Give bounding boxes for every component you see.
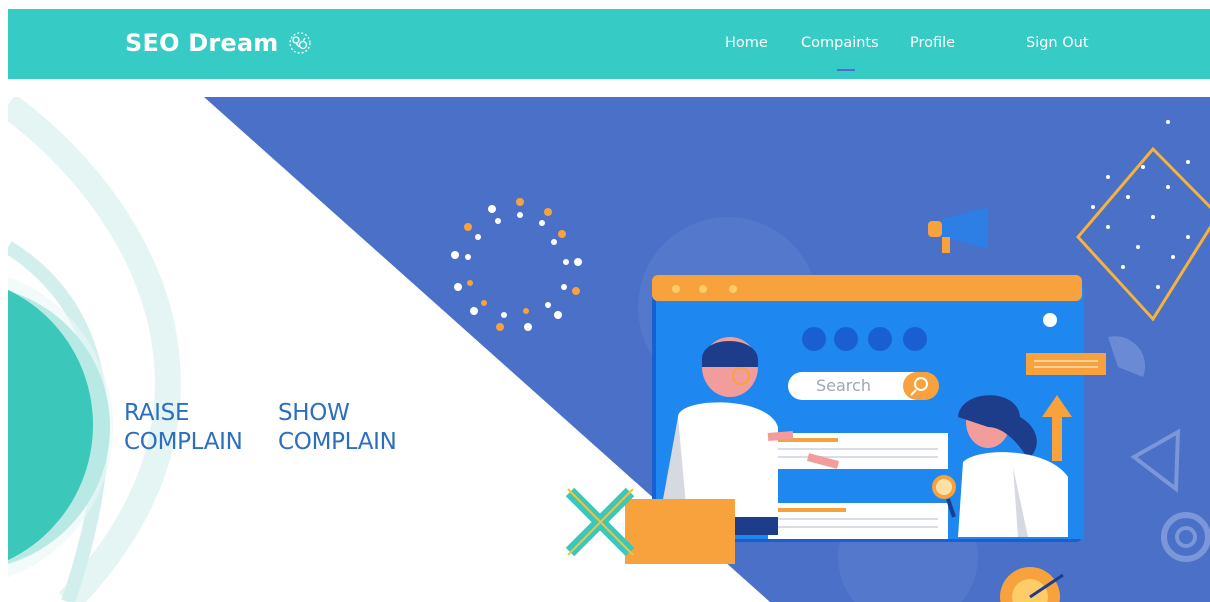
orange-tag-decoration xyxy=(1026,353,1106,375)
nav-complaints-link[interactable]: Compaints xyxy=(801,35,879,51)
orange-square-decoration xyxy=(625,499,735,564)
nav-active-indicator xyxy=(837,69,855,71)
raise-complain-link[interactable]: RAISE COMPLAIN xyxy=(124,399,243,457)
brand-logo[interactable]: SEO Dream xyxy=(125,29,314,57)
show-complain-link[interactable]: SHOW COMPLAIN xyxy=(278,399,397,457)
nav-signout-link[interactable]: Sign Out xyxy=(1026,35,1089,51)
nav-home-link[interactable]: Home xyxy=(725,35,768,51)
top-navbar: SEO Dream Home Compaints Profile Sign Ou… xyxy=(8,9,1210,79)
brand-name: SEO Dream xyxy=(125,29,279,57)
brain-icon xyxy=(289,32,312,54)
illustration-search-placeholder: Search xyxy=(816,376,871,395)
nav-profile-link[interactable]: Profile xyxy=(910,35,955,51)
hero-banner: Search RAISE COMPLAIN SHOW COMPLAIN xyxy=(8,97,1210,602)
x-cross-decoration xyxy=(565,487,635,557)
hero-illustration xyxy=(8,97,1210,602)
